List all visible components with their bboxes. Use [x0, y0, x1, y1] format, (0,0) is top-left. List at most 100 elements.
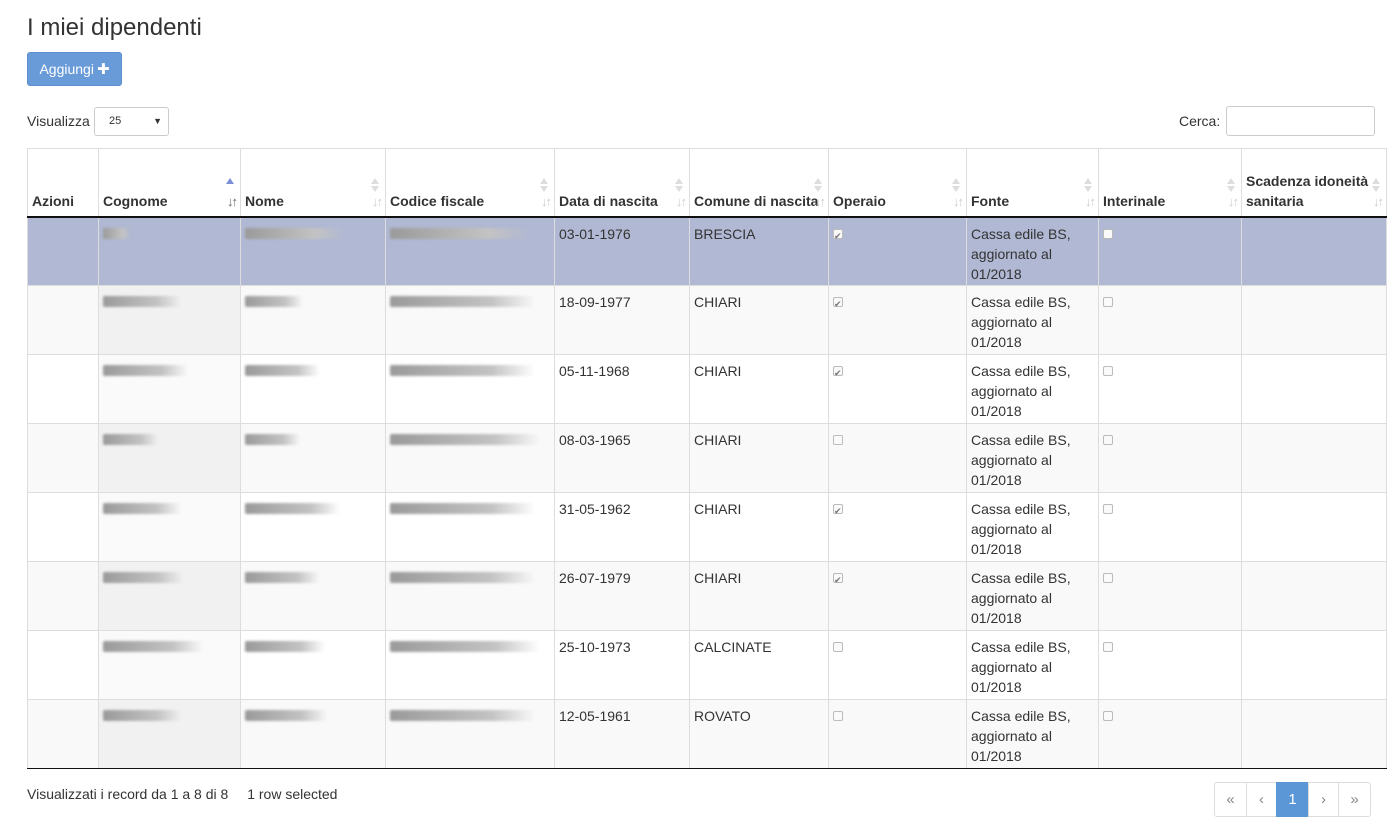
interinale-checkbox[interactable]: [1103, 297, 1113, 307]
redacted-tax-code: [390, 296, 535, 307]
first-page-button[interactable]: «: [1214, 782, 1247, 817]
name-cell: [240, 492, 386, 562]
birth-date-cell: 18-09-1977: [554, 285, 690, 355]
redacted-surname: [103, 365, 188, 376]
column-header-cognome[interactable]: Cognome ↓↑: [98, 148, 241, 218]
redacted-tax-code: [390, 710, 535, 721]
redacted-tax-code: [390, 227, 530, 239]
length-label: Visualizza: [27, 113, 90, 129]
column-header-operaio[interactable]: Operaio ↓↑: [828, 148, 967, 218]
table-row[interactable]: 05-11-1968CHIARI Cassa edile BS, aggiorna…: [27, 354, 1387, 424]
table-row[interactable]: 25-10-1973 CALCINATE Cassa edile BS, aggio…: [27, 630, 1387, 700]
table-row[interactable]: 26-07-1979CHIARI Cassa edile BS, aggiorna…: [27, 561, 1387, 631]
operaio-checkbox[interactable]: [833, 294, 843, 314]
interinale-checkbox[interactable]: [1103, 504, 1113, 514]
worker-cell: [828, 285, 967, 355]
source-cell: Cassa edile BS, aggiornato al 01/2018: [966, 285, 1099, 355]
worker-cell: [828, 492, 967, 562]
sort-icon: ↓↑: [812, 177, 826, 208]
operaio-checkbox[interactable]: [833, 711, 843, 721]
column-header-label: Cognome: [103, 192, 168, 209]
source-cell: Cassa edile BS, aggiornato al 01/2018: [966, 561, 1099, 631]
operaio-checkbox[interactable]: [833, 226, 843, 246]
column-header-label: Fonte: [971, 192, 1010, 209]
sort-icon: ↓↑: [673, 177, 687, 208]
last-page-button[interactable]: »: [1338, 782, 1371, 817]
redacted-tax-code: [390, 641, 540, 652]
redacted-name: [245, 434, 300, 445]
surname-cell: [98, 630, 241, 700]
column-header-label: Operaio: [833, 192, 886, 209]
interinale-checkbox[interactable]: [1103, 642, 1113, 652]
add-button[interactable]: Aggiungi ✚: [27, 52, 122, 86]
tax-code-cell: [385, 285, 555, 355]
interinale-checkbox[interactable]: [1103, 435, 1113, 445]
column-header-label: Scadenza idoneità sanitaria: [1246, 172, 1369, 209]
birth-place-cell: ROVATO: [689, 699, 829, 769]
column-header-interinale[interactable]: Interinale ↓↑: [1098, 148, 1242, 218]
page-length-value: 25: [109, 115, 122, 127]
birth-place-cell: CHIARI: [689, 285, 829, 355]
operaio-checkbox[interactable]: [833, 642, 843, 652]
tax-code-cell: [385, 699, 555, 769]
redacted-name: [245, 572, 320, 583]
birth-date-cell: 08-03-1965: [554, 423, 690, 493]
page-1-button[interactable]: 1: [1276, 782, 1309, 817]
surname-cell: [98, 285, 241, 355]
interinale-checkbox[interactable]: [1103, 228, 1113, 239]
table-row[interactable]: 03-01-1976BRESCIA Cassa edile BS, aggiorn…: [27, 216, 1387, 286]
tax-code-cell: [385, 423, 555, 493]
redacted-surname: [103, 227, 131, 239]
interinale-checkbox[interactable]: [1103, 573, 1113, 583]
previous-page-button[interactable]: ‹: [1246, 782, 1277, 817]
temporary-cell: [1098, 492, 1242, 562]
operaio-checkbox[interactable]: [833, 501, 843, 521]
surname-cell: [98, 216, 241, 286]
search-label: Cerca:: [1179, 113, 1221, 129]
column-header-data-nascita[interactable]: Data di nascita ↓↑: [554, 148, 690, 218]
operaio-checkbox[interactable]: [833, 570, 843, 590]
column-header-comune-nascita[interactable]: Comune di nascita ↓↑: [689, 148, 829, 218]
column-header-nome[interactable]: Nome ↓↑: [240, 148, 386, 218]
medical-expiry-cell: [1241, 699, 1387, 769]
redacted-surname: [103, 296, 181, 307]
surname-cell: [98, 423, 241, 493]
birth-place-cell: CHIARI: [689, 354, 829, 424]
operaio-checkbox[interactable]: [833, 435, 843, 445]
column-header-fonte[interactable]: Fonte ↓↑: [966, 148, 1099, 218]
table-row[interactable]: 18-09-1977CHIARI Cassa edile BS, aggiorna…: [27, 285, 1387, 355]
sort-icon: ↓↑: [1082, 177, 1096, 208]
column-header-codice-fiscale[interactable]: Codice fiscale ↓↑: [385, 148, 555, 218]
page-length-select[interactable]: 25 ▼: [94, 107, 169, 136]
interinale-checkbox[interactable]: [1103, 366, 1113, 376]
medical-expiry-cell: [1241, 492, 1387, 562]
redacted-name: [245, 365, 320, 376]
tax-code-cell: [385, 630, 555, 700]
pagination: « ‹ 1 › »: [1214, 782, 1371, 817]
name-cell: [240, 630, 386, 700]
birth-date-cell: 12-05-1961: [554, 699, 690, 769]
table-row[interactable]: 31-05-1962CHIARI Cassa edile BS, aggiorna…: [27, 492, 1387, 562]
interinale-checkbox[interactable]: [1103, 711, 1113, 721]
surname-cell: [98, 354, 241, 424]
actions-cell: [27, 285, 99, 355]
search-input[interactable]: [1226, 106, 1375, 136]
actions-cell: [27, 423, 99, 493]
table-row[interactable]: 08-03-1965 CHIARI Cassa edile BS, aggiorna…: [27, 423, 1387, 493]
worker-cell: [828, 354, 967, 424]
column-header-scadenza-idoneita[interactable]: Scadenza idoneità sanitaria ↓↑: [1241, 148, 1387, 218]
actions-cell: [27, 699, 99, 769]
source-cell: Cassa edile BS, aggiornato al 01/2018: [966, 354, 1099, 424]
operaio-checkbox[interactable]: [833, 363, 843, 383]
records-info: Visualizzati i record da 1 a 8 di 8: [27, 786, 229, 802]
sort-ascending-icon: ↓↑: [224, 177, 238, 208]
medical-expiry-cell: [1241, 630, 1387, 700]
table-row[interactable]: 12-05-1961 ROVATO Cassa edile BS, aggiorna…: [27, 699, 1387, 769]
employees-table: Azioni Cognome ↓↑ Nome ↓↑ Codice fiscale ↓↑ Dat…: [27, 148, 1387, 769]
redacted-name: [245, 296, 303, 307]
actions-cell: [27, 354, 99, 424]
birth-place-cell: BRESCIA: [689, 216, 829, 286]
name-cell: [240, 354, 386, 424]
sort-icon: ↓↑: [1370, 177, 1384, 208]
next-page-button[interactable]: ›: [1308, 782, 1339, 817]
